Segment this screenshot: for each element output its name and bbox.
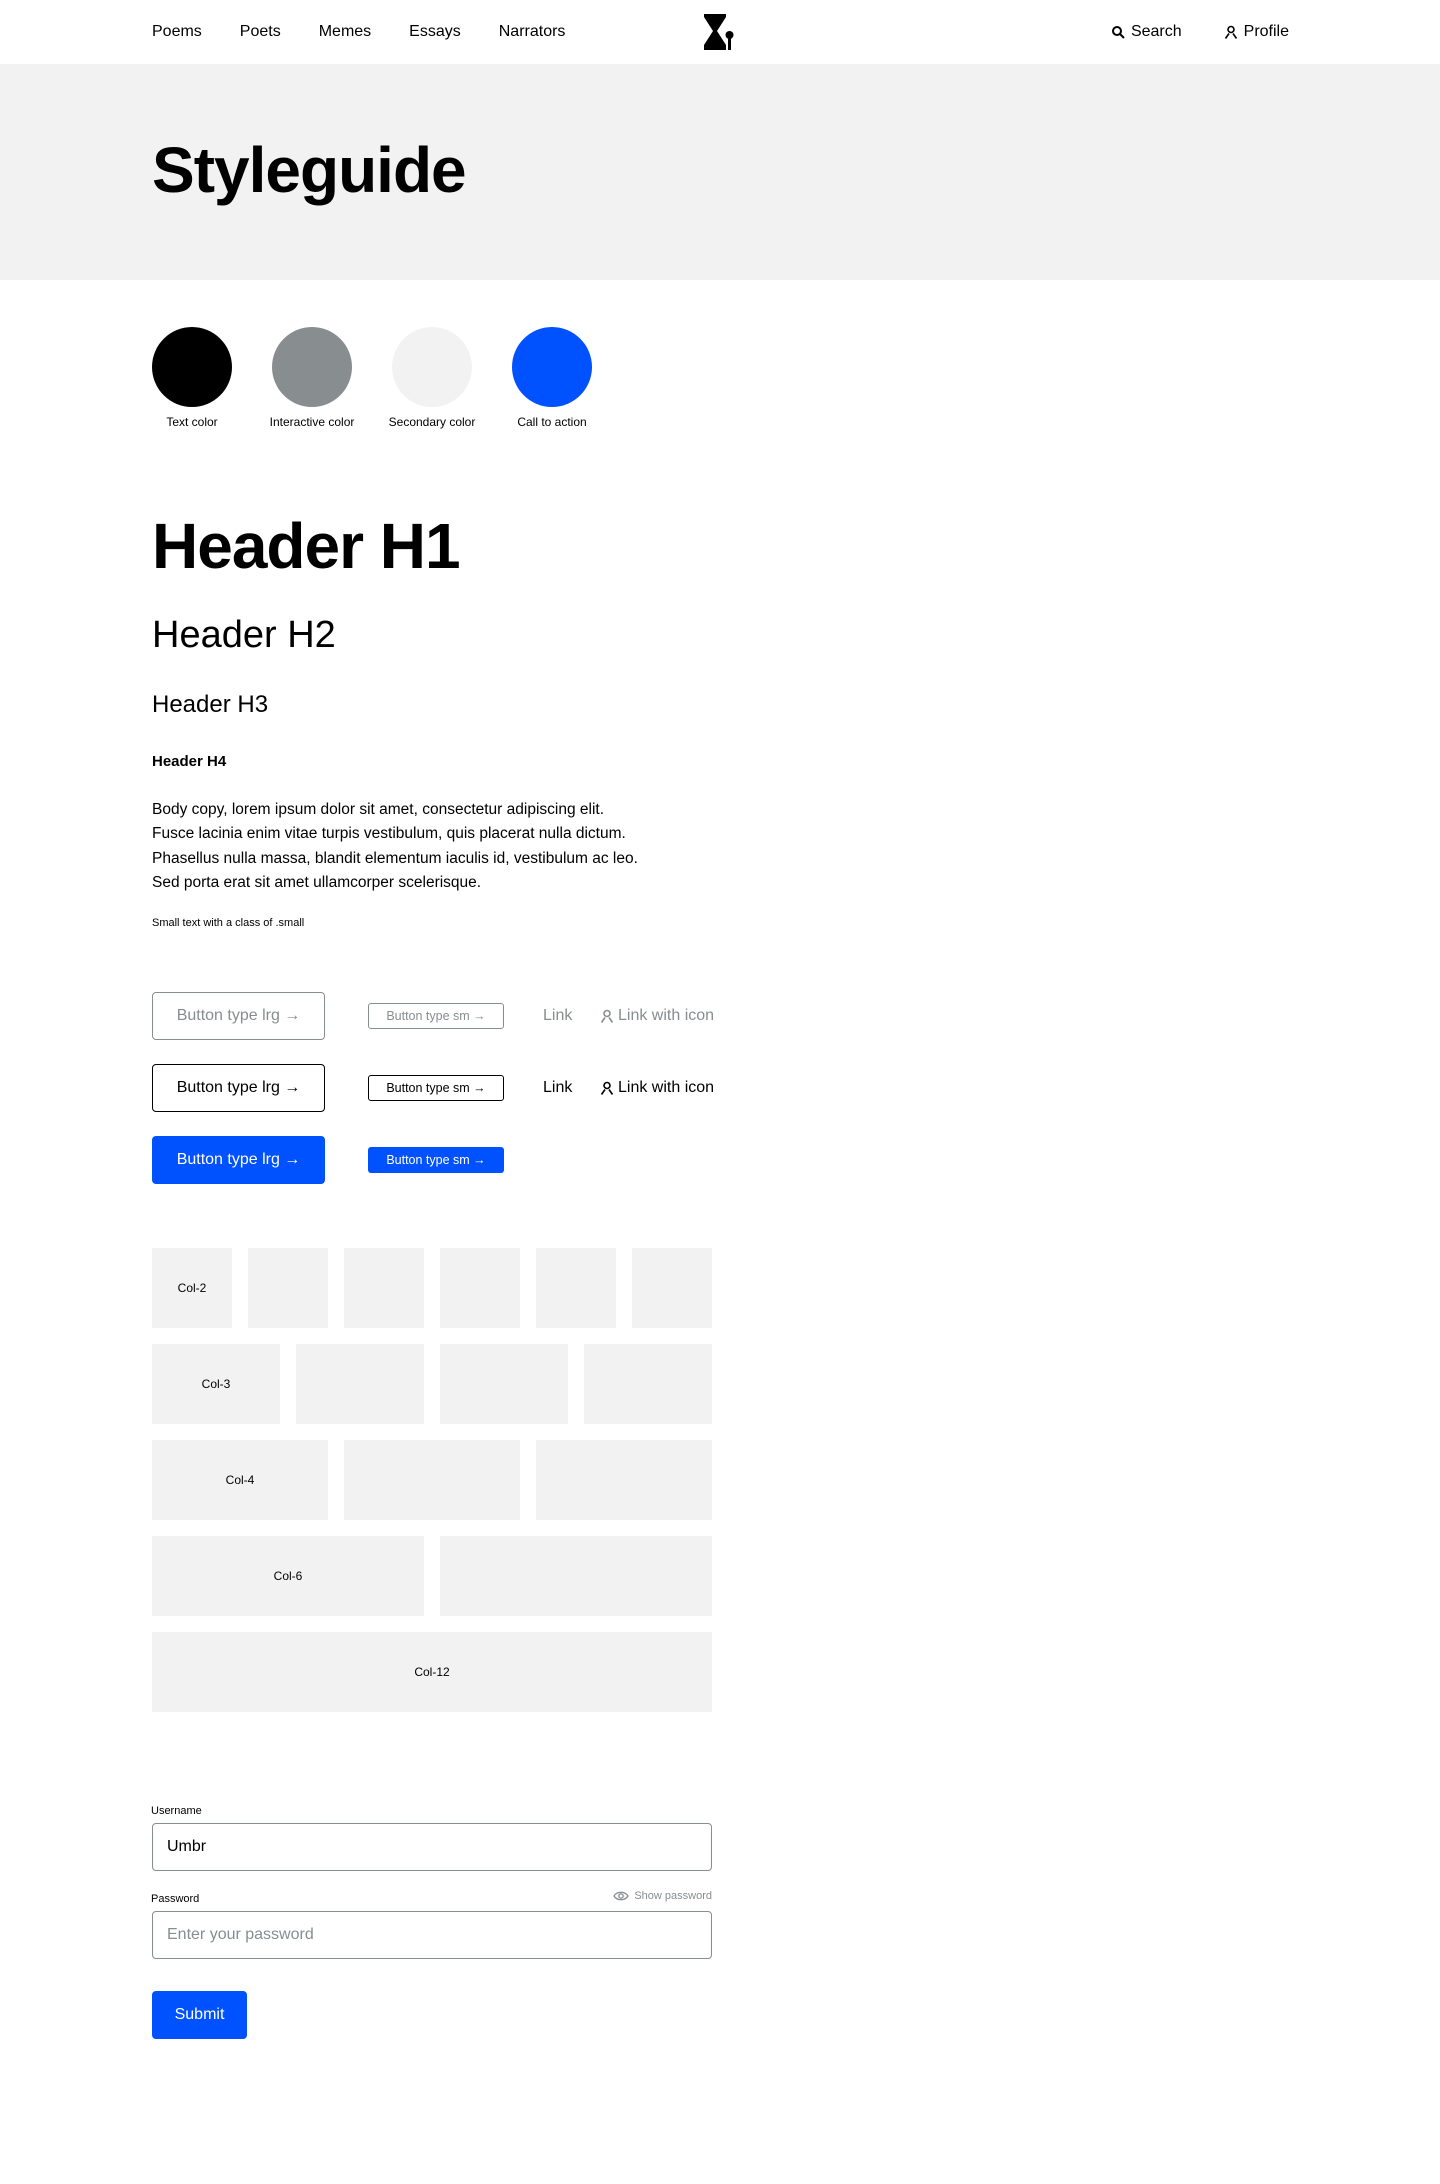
hourglass-logo-icon[interactable] bbox=[703, 14, 735, 50]
small-button-outline[interactable]: Button type sm → bbox=[368, 1075, 504, 1101]
swatch-label: Secondary color bbox=[388, 415, 476, 429]
link[interactable]: Link bbox=[543, 1078, 572, 1098]
hero-banner: Styleguide bbox=[0, 64, 1440, 280]
nav-link-memes[interactable]: Memes bbox=[319, 22, 371, 42]
username-input[interactable] bbox=[152, 1823, 712, 1871]
swatch-call-to-action: Call to action bbox=[512, 327, 592, 430]
grid-cell: Col-12 bbox=[152, 1632, 712, 1712]
large-button-outline[interactable]: Button type lrg → bbox=[152, 1064, 325, 1112]
link-with-icon-label: Link with icon bbox=[618, 1007, 715, 1024]
password-input[interactable] bbox=[152, 1911, 712, 1959]
swatch-label: Call to action bbox=[517, 415, 587, 429]
grid-cell: Col-3 bbox=[152, 1344, 280, 1424]
grid-row-col3: Col-3 bbox=[152, 1344, 712, 1424]
search-link[interactable]: Search bbox=[1111, 22, 1182, 42]
swatch-circle bbox=[512, 327, 592, 407]
grid-cell: Col-2 bbox=[152, 1248, 232, 1328]
utility-nav: Search Profile bbox=[1111, 22, 1289, 42]
search-label: Search bbox=[1130, 23, 1182, 40]
grid-cell bbox=[344, 1248, 424, 1328]
grid-cell bbox=[536, 1440, 712, 1520]
search-icon bbox=[1111, 26, 1125, 39]
link-with-icon[interactable]: Link with icon bbox=[600, 1078, 714, 1098]
swatch-circle bbox=[152, 327, 232, 407]
link-label: Link bbox=[543, 1079, 573, 1096]
swatch-circle bbox=[272, 327, 352, 407]
nav-link-poems[interactable]: Poems bbox=[152, 22, 202, 42]
color-swatches: Text color Interactive color Secondary c… bbox=[152, 327, 632, 430]
body-line: Fusce lacinia enim vitae turpis vestibul… bbox=[152, 825, 626, 843]
sample-h4: Header H4 bbox=[152, 753, 227, 770]
grid-cell: Col-4 bbox=[152, 1440, 328, 1520]
swatch-label: Text color bbox=[166, 415, 218, 429]
grid-row-col12: Col-12 bbox=[152, 1632, 712, 1712]
small-button-disabled[interactable]: Button type sm → bbox=[368, 1003, 504, 1029]
link-label: Link bbox=[543, 1007, 573, 1024]
sample-h2: Header H2 bbox=[152, 614, 336, 656]
grid-cell bbox=[296, 1344, 424, 1424]
show-password-label: Show password bbox=[634, 1890, 712, 1902]
grid-cell bbox=[536, 1248, 616, 1328]
link-disabled[interactable]: Link bbox=[543, 1006, 572, 1026]
submit-button[interactable]: Submit bbox=[152, 1991, 247, 2039]
sample-body-copy: Body copy, lorem ipsum dolor sit amet, c… bbox=[152, 798, 672, 895]
page-title: Styleguide bbox=[152, 134, 467, 206]
grid-cell: Col-6 bbox=[152, 1536, 424, 1616]
grid-cell bbox=[440, 1344, 568, 1424]
link-with-icon-label: Link with icon bbox=[618, 1079, 715, 1096]
swatch-text-color: Text color bbox=[152, 327, 232, 430]
show-password-toggle[interactable]: Show password bbox=[613, 1890, 712, 1902]
body-line: Sed porta erat sit amet ullamcorper scel… bbox=[152, 873, 482, 891]
profile-label: Profile bbox=[1243, 23, 1289, 40]
small-button-primary[interactable]: Button type sm → bbox=[368, 1147, 504, 1173]
profile-link[interactable]: Profile bbox=[1224, 22, 1289, 42]
eye-icon bbox=[613, 1891, 630, 1901]
grid-cell bbox=[440, 1248, 520, 1328]
grid-row-col6: Col-6 bbox=[152, 1536, 712, 1616]
grid-cell bbox=[344, 1440, 520, 1520]
grid-cell bbox=[248, 1248, 328, 1328]
grid-row-col4: Col-4 bbox=[152, 1440, 712, 1520]
password-label: Password bbox=[151, 1893, 200, 1905]
body-line: Body copy, lorem ipsum dolor sit amet, c… bbox=[152, 801, 604, 818]
grid-cell bbox=[584, 1344, 712, 1424]
nav-link-poets[interactable]: Poets bbox=[240, 22, 281, 42]
sample-small-text: Small text with a class of .small bbox=[152, 917, 305, 929]
swatch-label: Interactive color bbox=[269, 415, 355, 429]
grid-row-col2: Col-2 bbox=[152, 1248, 712, 1328]
link-with-icon-disabled[interactable]: Link with icon bbox=[600, 1006, 714, 1026]
body-line: Phasellus nulla massa, blandit elementum… bbox=[152, 849, 638, 867]
large-button-primary[interactable]: Button type lrg → bbox=[152, 1136, 325, 1184]
nav-link-narrators[interactable]: Narrators bbox=[499, 22, 566, 42]
top-nav: Poems Poets Memes Essays Narrators Searc… bbox=[0, 0, 1440, 64]
username-label: Username bbox=[151, 1805, 202, 1817]
swatch-secondary-color: Secondary color bbox=[389, 327, 475, 430]
user-icon bbox=[1224, 25, 1237, 39]
grid-cell bbox=[440, 1536, 712, 1616]
grid-cell bbox=[632, 1248, 712, 1328]
swatch-circle bbox=[392, 327, 472, 407]
sample-h1: Header H1 bbox=[152, 510, 461, 582]
nav-link-essays[interactable]: Essays bbox=[409, 22, 461, 42]
swatch-interactive-color: Interactive color bbox=[269, 327, 355, 430]
sample-h3: Header H3 bbox=[152, 691, 269, 718]
primary-nav: Poems Poets Memes Essays Narrators bbox=[152, 22, 565, 42]
large-button-disabled[interactable]: Button type lrg → bbox=[152, 992, 325, 1040]
user-icon bbox=[600, 1081, 614, 1095]
user-icon bbox=[600, 1009, 614, 1023]
